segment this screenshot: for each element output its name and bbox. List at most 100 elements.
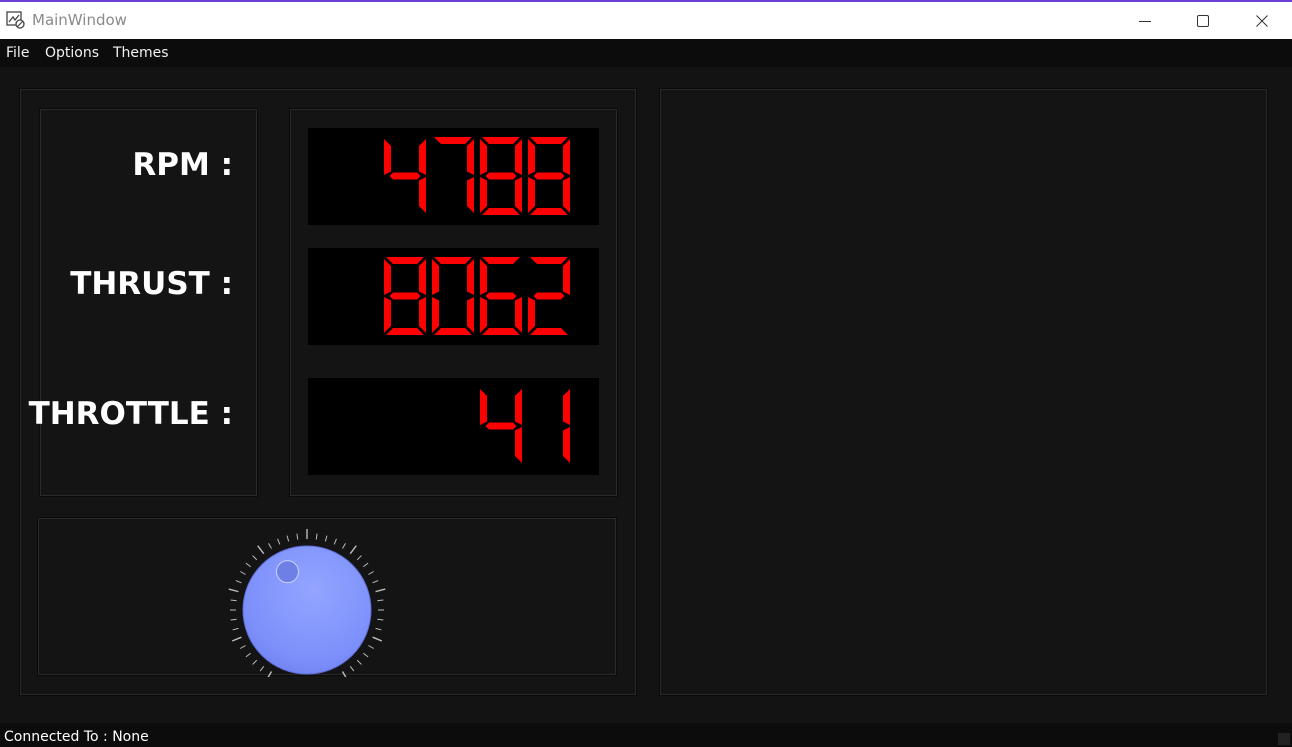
close-icon <box>1256 14 1268 27</box>
lcd-digit <box>432 257 474 335</box>
dial-tick <box>230 599 237 602</box>
lcd-segment <box>528 139 535 175</box>
lcd-segment <box>389 172 421 180</box>
lcd-segment <box>515 389 522 425</box>
dial-tick <box>228 588 239 593</box>
dial-tick <box>235 580 242 584</box>
dial-tick <box>377 599 384 602</box>
lcd-segment <box>485 422 517 430</box>
lcd-segment <box>563 259 570 295</box>
lcd-segment <box>467 177 474 213</box>
dial-tick <box>341 671 349 681</box>
lcd-segment <box>467 259 474 295</box>
rpm-label: RPM : <box>132 147 233 183</box>
lcd-segment <box>386 328 424 335</box>
lcd-digit <box>434 137 474 213</box>
resize-grip[interactable] <box>1278 733 1290 745</box>
dial-tick <box>315 533 318 540</box>
lcd-segment <box>482 137 520 144</box>
lcd-segment <box>482 208 520 215</box>
dial-tick <box>333 538 337 545</box>
lcd-segment <box>515 177 522 213</box>
lcd-segment <box>480 259 487 295</box>
lcd-digit <box>480 257 522 335</box>
dial-tick <box>259 666 265 672</box>
central-widget: RPM : THRUST : THROTTLE : <box>0 67 1292 723</box>
throttle-dial[interactable] <box>38 518 618 681</box>
lcd-segment <box>563 427 570 463</box>
dial-tick <box>368 571 374 575</box>
lcd-segment <box>419 177 426 213</box>
dial-tick <box>268 543 272 549</box>
lcd-segment <box>480 177 487 213</box>
main-window: MainWindow File Options Themes RPM: THR… <box>0 0 1292 747</box>
dial-position-marker <box>275 560 299 584</box>
maximize-button[interactable] <box>1174 2 1232 39</box>
lcd-segment <box>434 328 472 335</box>
dial-tick <box>277 538 281 545</box>
lcd-frame <box>289 108 618 497</box>
lcd-segment <box>389 292 421 300</box>
lcd-segment <box>485 292 517 300</box>
rpm-lcd <box>308 128 599 225</box>
menu-file[interactable]: File <box>6 45 29 61</box>
dial-tick <box>363 652 369 658</box>
lcd-segment <box>563 177 570 213</box>
dial-tick <box>349 545 357 555</box>
lcd-digit <box>563 389 570 463</box>
dial-tick <box>230 618 237 621</box>
maximize-icon <box>1197 14 1209 27</box>
lcd-segment <box>386 257 424 264</box>
lcd-segment <box>480 139 487 175</box>
menu-themes[interactable]: Themes <box>113 45 169 61</box>
thrust-lcd <box>308 248 599 345</box>
lcd-segment <box>384 259 391 295</box>
dial-knob[interactable] <box>242 545 372 675</box>
lcd-segment <box>530 137 568 144</box>
lcd-segment <box>419 297 426 333</box>
lcd-segment <box>485 172 517 180</box>
lcd-segment <box>533 292 565 300</box>
lcd-segment <box>482 328 520 335</box>
dial-tick <box>377 618 384 621</box>
lcd-segment <box>530 257 568 264</box>
dial-frame <box>37 517 618 681</box>
throttle-label: THROTTLE : <box>28 396 233 432</box>
dial-tick <box>363 562 369 568</box>
dial-tick <box>375 588 386 593</box>
lcd-segment <box>480 297 487 333</box>
dial-tick <box>375 627 382 631</box>
dial-tick <box>372 636 383 642</box>
close-button[interactable] <box>1233 2 1291 39</box>
dial-tick <box>324 535 328 542</box>
throttle-lcd <box>308 378 599 475</box>
app-logo-icon <box>6 10 26 30</box>
dial-tick <box>286 535 290 542</box>
menu-options[interactable]: Options <box>45 45 99 61</box>
lcd-segment <box>530 328 568 335</box>
menu-bar: File Options Themes <box>0 39 1292 67</box>
dial-tick <box>245 562 251 568</box>
lcd-digit <box>384 257 426 335</box>
dial-tick <box>240 571 246 575</box>
dial-tick <box>231 636 242 642</box>
lcd-segment <box>515 297 522 333</box>
minimize-button[interactable] <box>1116 2 1174 39</box>
lcd-digit <box>480 389 522 463</box>
right-panel <box>659 88 1268 696</box>
lcd-segment <box>563 389 570 425</box>
dial-tick <box>245 652 251 658</box>
status-bar: Connected To : None <box>0 723 1292 747</box>
lcd-digit <box>480 137 522 215</box>
dial-tick <box>372 580 379 584</box>
minimize-icon <box>1139 15 1151 27</box>
title-bar[interactable]: MainWindow <box>0 2 1292 39</box>
lcd-segment <box>434 257 472 264</box>
thrust-label: THRUST : <box>70 266 233 302</box>
lcd-segment <box>467 139 474 175</box>
lcd-segment <box>384 297 391 333</box>
rpm-lcd-digits <box>384 137 570 215</box>
dial-tick <box>252 659 258 665</box>
lcd-segment <box>384 139 391 175</box>
lcd-digit <box>528 137 570 215</box>
